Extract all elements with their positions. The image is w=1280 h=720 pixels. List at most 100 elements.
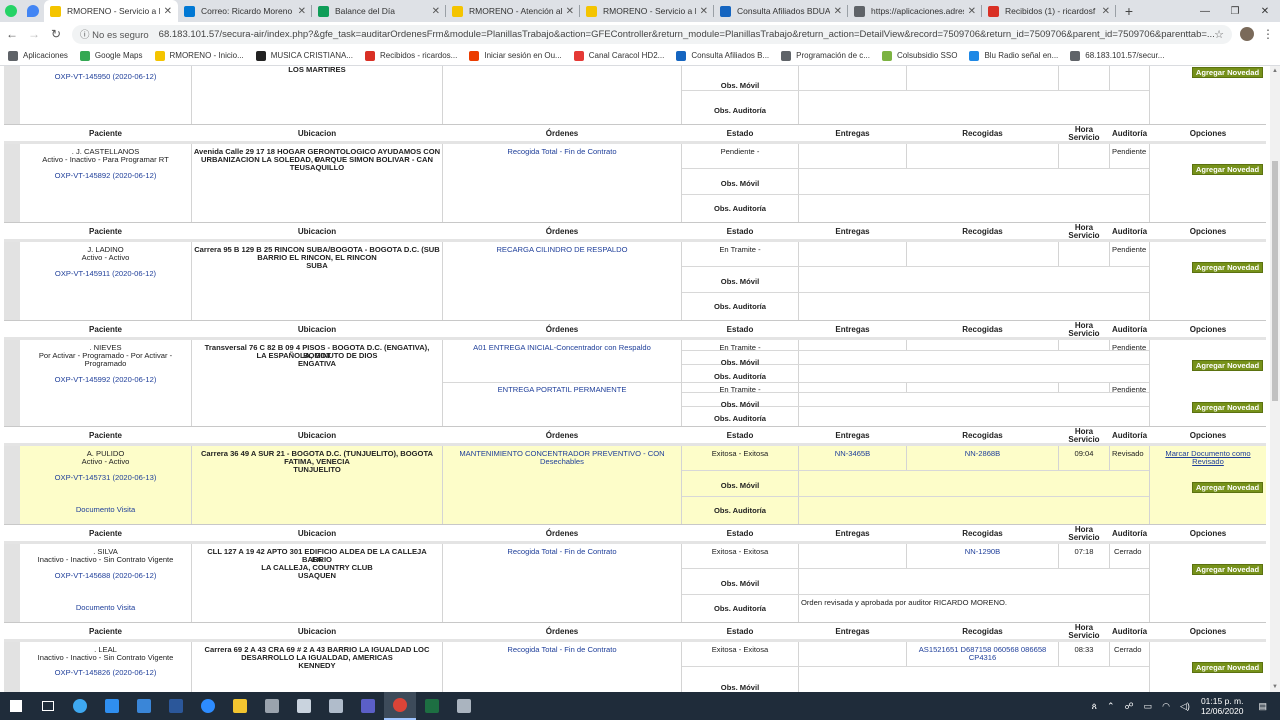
close-tab-icon[interactable]: ✕ [164,6,172,17]
close-tab-icon[interactable]: ✕ [834,6,842,17]
taskbar-app[interactable] [416,692,448,720]
column-header-auditoria[interactable]: Auditoría [1110,432,1149,440]
close-tab-icon[interactable]: ✕ [566,6,574,17]
column-header-hora-servicio[interactable]: Servicio [1059,134,1109,142]
column-header-entregas[interactable]: Entregas [799,130,906,138]
bookmark-item[interactable]: Canal Caracol HD2... [573,50,664,61]
battery-icon[interactable]: ▭ [1144,701,1153,712]
column-header-paciente[interactable]: Paciente [20,432,191,440]
network-icon[interactable]: ☍ [1125,701,1134,712]
profile-avatar[interactable] [1240,27,1254,41]
agregar-novedad-button[interactable]: Agregar Novedad [1192,164,1263,175]
bookmark-item[interactable]: MUSICA CRISTIANA... [255,50,353,61]
taskbar-app[interactable] [192,692,224,720]
column-header-paciente[interactable]: Paciente [20,628,191,636]
wifi-icon[interactable]: ◠ [1162,701,1170,712]
close-window-button[interactable]: ✕ [1250,0,1280,22]
column-header-ubicacion[interactable]: Ubicacion [192,326,442,334]
column-header-opciones[interactable]: Opciones [1150,228,1266,236]
marcar-revisado-link[interactable]: Revisado [1150,458,1266,466]
column-header-paciente[interactable]: Paciente [20,326,191,334]
bookmark-item[interactable]: Programación de c... [781,50,870,61]
bookmark-item[interactable]: 68.183.101.57/secur... [1070,50,1164,61]
column-header-opciones[interactable]: Opciones [1150,530,1266,538]
notifications-icon[interactable]: ▤ [1258,701,1267,712]
close-tab-icon[interactable]: ✕ [700,6,708,17]
pinned-tab-whatsapp[interactable] [0,0,22,22]
column-header-auditoria[interactable]: Auditoría [1110,326,1149,334]
browser-tab[interactable]: Recibidos (1) - ricardosf ✕ [982,0,1116,22]
column-header-recogidas[interactable]: Recogidas [907,530,1058,538]
bookmark-item[interactable]: Recibidos - ricardos... [364,50,457,61]
column-header-estado[interactable]: Estado [682,228,798,236]
back-button[interactable]: ← [2,24,22,44]
agregar-novedad-button[interactable]: Agregar Novedad [1192,360,1263,371]
taskbar-app[interactable] [0,692,32,720]
column-header-estado[interactable]: Estado [682,530,798,538]
browser-menu-icon[interactable]: ⋮ [1262,27,1274,41]
chevron-up-icon[interactable]: ⌃ [1107,701,1115,712]
url-text[interactable]: 68.183.101.57/secura-air/index.php?&gfe_… [159,29,1214,40]
column-header-opciones[interactable]: Opciones [1150,326,1266,334]
column-header-recogidas[interactable]: Recogidas [907,228,1058,236]
column-header-auditoria[interactable]: Auditoría [1110,130,1149,138]
column-header-entregas[interactable]: Entregas [799,530,906,538]
column-header-paciente[interactable]: Paciente [20,228,191,236]
not-secure-indicator[interactable]: ⓘ No es seguro [80,27,149,41]
column-header-estado[interactable]: Estado [682,628,798,636]
column-header-ordenes[interactable]: Órdenes [443,530,681,538]
column-header-opciones[interactable]: Opciones [1150,628,1266,636]
column-header-paciente[interactable]: Paciente [20,530,191,538]
taskbar-app[interactable] [96,692,128,720]
pinned-tab-maps[interactable] [22,0,44,22]
column-header-ordenes[interactable]: Órdenes [443,326,681,334]
person-icon[interactable]: ጰ [1092,701,1097,712]
bookmark-item[interactable]: Colsubsidio SSO [881,50,957,61]
column-header-paciente[interactable]: Paciente [20,130,191,138]
column-header-ubicacion[interactable]: Ubicacion [192,530,442,538]
taskbar-app[interactable] [288,692,320,720]
taskbar-app[interactable] [320,692,352,720]
column-header-ubicacion[interactable]: Ubicacion [192,228,442,236]
column-header-ordenes[interactable]: Órdenes [443,628,681,636]
taskbar-app[interactable] [384,692,416,720]
scrollbar-thumb[interactable] [1272,161,1278,401]
column-header-ordenes[interactable]: Órdenes [443,432,681,440]
volume-icon[interactable]: ◁) [1180,701,1190,712]
minimize-button[interactable]: — [1190,0,1220,22]
page-scrollbar[interactable]: ▲ ▼ [1270,66,1280,692]
column-header-entregas[interactable]: Entregas [799,628,906,636]
column-header-estado[interactable]: Estado [682,130,798,138]
close-tab-icon[interactable]: ✕ [432,6,440,17]
taskbar-app[interactable] [224,692,256,720]
browser-tab[interactable]: RMORENO - Servicio a D ✕ [580,0,714,22]
column-header-estado[interactable]: Estado [682,432,798,440]
column-header-recogidas[interactable]: Recogidas [907,432,1058,440]
bookmark-item[interactable]: Iniciar sesión en Ou... [469,50,562,61]
column-header-ubicacion[interactable]: Ubicacion [192,628,442,636]
column-header-hora-servicio[interactable]: Servicio [1059,232,1109,240]
close-tab-icon[interactable]: ✕ [968,6,976,17]
taskbar-app[interactable] [64,692,96,720]
column-header-auditoria[interactable]: Auditoría [1110,530,1149,538]
agregar-novedad-button[interactable]: Agregar Novedad [1192,564,1263,575]
scroll-down-icon[interactable]: ▼ [1272,684,1278,690]
documento-visita-link[interactable]: Documento Visita [20,604,191,612]
column-header-opciones[interactable]: Opciones [1150,432,1266,440]
bookmark-item[interactable]: Google Maps [79,50,143,61]
column-header-opciones[interactable]: Opciones [1150,130,1266,138]
column-header-hora-servicio[interactable]: Servicio [1059,534,1109,542]
taskbar-app[interactable] [160,692,192,720]
column-header-entregas[interactable]: Entregas [799,432,906,440]
column-header-ubicacion[interactable]: Ubicacion [192,432,442,440]
close-tab-icon[interactable]: ✕ [298,6,306,17]
new-tab-button[interactable]: + [1116,0,1142,22]
column-header-entregas[interactable]: Entregas [799,326,906,334]
browser-tab[interactable]: RMORENO - Atención al ✕ [446,0,580,22]
column-header-auditoria[interactable]: Auditoría [1110,228,1149,236]
bookmark-item[interactable]: Blu Radio señal en... [969,50,1058,61]
column-header-ordenes[interactable]: Órdenes [443,130,681,138]
column-header-recogidas[interactable]: Recogidas [907,326,1058,334]
column-header-entregas[interactable]: Entregas [799,228,906,236]
column-header-hora-servicio[interactable]: Servicio [1059,632,1109,640]
